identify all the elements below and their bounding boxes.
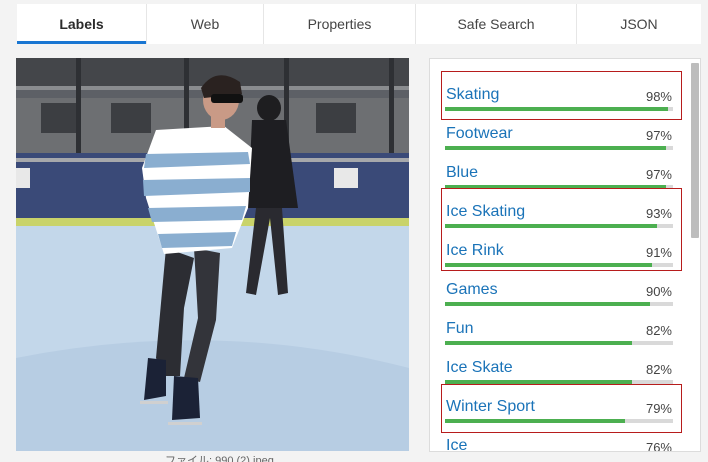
label-score: 98% (645, 89, 672, 104)
score-bar (445, 302, 673, 306)
label-name: Blue (446, 164, 479, 181)
tab-json[interactable]: JSON (577, 4, 701, 44)
score-bar-fill (445, 185, 667, 189)
score-bar-fill (445, 419, 626, 423)
label-name: Footwear (446, 125, 513, 142)
label-score: 76% (645, 440, 672, 452)
label-row-footwear: Footwear 97% (445, 121, 673, 160)
tab-bar: Labels Web Properties Safe Search JSON (17, 4, 701, 44)
score-bar-fill (445, 107, 669, 111)
label-row-ice-skating: Ice Skating 93% (445, 199, 673, 238)
tab-labels[interactable]: Labels (17, 4, 147, 44)
label-score: 93% (645, 206, 672, 221)
score-bar (445, 107, 673, 111)
tab-web[interactable]: Web (147, 4, 264, 44)
label-name: Ice (446, 437, 468, 452)
label-score: 91% (645, 245, 672, 260)
label-name: Ice Rink (446, 242, 504, 259)
tab-json-label: JSON (620, 16, 658, 32)
label-row-winter-sport: Winter Sport 79% (445, 394, 673, 433)
image-caption: ファイル: 990 (2).jpeg (165, 455, 274, 462)
label-score: 82% (645, 323, 672, 338)
score-bar-fill (445, 146, 667, 150)
score-bar-fill (445, 341, 632, 345)
score-bar-fill (445, 380, 632, 384)
label-score: 90% (645, 284, 672, 299)
label-row-ice-skate: Ice Skate 82% (445, 355, 673, 394)
score-bar-fill (445, 302, 651, 306)
score-bar (445, 146, 673, 150)
label-name: Winter Sport (446, 398, 535, 415)
tab-safe-search[interactable]: Safe Search (416, 4, 577, 44)
label-row-skating: Skating 98% (445, 82, 673, 121)
label-score: 97% (645, 128, 672, 143)
score-bar (445, 185, 673, 189)
score-bar-fill (445, 263, 653, 267)
label-score: 97% (645, 167, 672, 182)
score-bar-fill (445, 224, 658, 228)
score-bar (445, 263, 673, 267)
label-name: Fun (446, 320, 474, 337)
label-row-ice-rink: Ice Rink 91% (445, 238, 673, 277)
label-row-games: Games 90% (445, 277, 673, 316)
tab-properties[interactable]: Properties (264, 4, 416, 44)
label-name: Ice Skating (446, 203, 526, 220)
label-row-fun: Fun 82% (445, 316, 673, 355)
label-row-ice: Ice 76% (445, 433, 673, 452)
label-row-blue: Blue 97% (445, 160, 673, 199)
panel-scrollbar[interactable] (691, 63, 699, 238)
score-bar (445, 341, 673, 345)
skater-photo-illustration (16, 58, 409, 451)
score-bar (445, 224, 673, 228)
labels-panel[interactable]: Skating 98% Footwear 97% Blue 97% Ice Sk… (429, 58, 701, 452)
analyzed-image (16, 58, 409, 451)
tab-web-label: Web (190, 16, 220, 32)
tab-labels-label: Labels (59, 16, 104, 32)
tab-safe-search-label: Safe Search (457, 16, 535, 32)
label-name: Games (446, 281, 498, 298)
tab-properties-label: Properties (307, 16, 372, 32)
label-name: Skating (446, 86, 500, 103)
score-bar (445, 380, 673, 384)
label-score: 79% (645, 401, 672, 416)
label-score: 82% (645, 362, 672, 377)
label-name: Ice Skate (446, 359, 513, 376)
score-bar (445, 419, 673, 423)
